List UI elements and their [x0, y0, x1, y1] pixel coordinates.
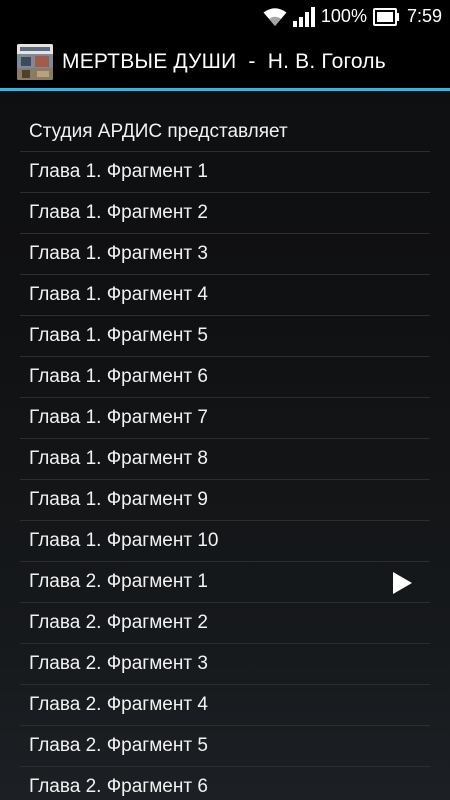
page-title: МЕРТВЫЕ ДУШИ - Н. В. Гоголь: [62, 50, 386, 73]
track-label: Глава 2. Фрагмент 1: [29, 571, 208, 592]
list-item[interactable]: Глава 1. Фрагмент 7: [20, 398, 430, 439]
screen: 100% 7:59 МЕРТВЫЕ ДУШИ - Н. В. Гоголь Ст…: [0, 0, 450, 800]
track-label: Глава 1. Фрагмент 5: [29, 325, 208, 346]
list-item[interactable]: Глава 2. Фрагмент 5: [20, 726, 430, 767]
battery-icon: [372, 7, 401, 26]
track-label: Глава 1. Фрагмент 10: [29, 530, 219, 551]
track-label: Глава 1. Фрагмент 9: [29, 489, 208, 510]
track-label: Глава 1. Фрагмент 1: [29, 161, 208, 182]
wifi-icon: [263, 7, 287, 27]
track-label: Глава 1. Фрагмент 4: [29, 284, 208, 305]
action-bar: МЕРТВЫЕ ДУШИ - Н. В. Гоголь: [0, 33, 450, 91]
list-item[interactable]: Глава 2. Фрагмент 3: [20, 644, 430, 685]
list-item[interactable]: Студия АРДИС представляет: [20, 112, 430, 152]
battery-percent: 100%: [320, 6, 367, 26]
track-label: Глава 2. Фрагмент 4: [29, 694, 208, 715]
clock: 7:59: [406, 6, 442, 26]
track-label: Глава 1. Фрагмент 8: [29, 448, 208, 469]
list-item[interactable]: Глава 1. Фрагмент 6: [20, 357, 430, 398]
list-item[interactable]: Глава 1. Фрагмент 3: [20, 234, 430, 275]
track-label: Глава 2. Фрагмент 5: [29, 735, 208, 756]
track-label: Глава 2. Фрагмент 6: [29, 776, 208, 797]
track-list: Студия АРДИС представляет Глава 1. Фрагме…: [20, 112, 430, 800]
list-item[interactable]: Глава 1. Фрагмент 10: [20, 521, 430, 562]
status-bar: 100% 7:59: [0, 0, 450, 33]
list-item[interactable]: Глава 1. Фрагмент 9: [20, 480, 430, 521]
list-item[interactable]: Глава 1. Фрагмент 5: [20, 316, 430, 357]
track-label: Глава 2. Фрагмент 3: [29, 653, 208, 674]
list-item[interactable]: Глава 1. Фрагмент 1: [20, 152, 430, 193]
list-item[interactable]: Глава 2. Фрагмент 1: [20, 562, 430, 603]
track-label: Глава 1. Фрагмент 7: [29, 407, 208, 428]
play-icon[interactable]: [390, 571, 414, 595]
list-item[interactable]: Глава 1. Фрагмент 8: [20, 439, 430, 480]
track-label: Глава 2. Фрагмент 2: [29, 612, 208, 633]
track-label: Глава 1. Фрагмент 2: [29, 202, 208, 223]
track-label: Глава 1. Фрагмент 3: [29, 243, 208, 264]
list-item[interactable]: Глава 2. Фрагмент 6: [20, 767, 430, 800]
cell-signal-icon: [292, 6, 315, 27]
book-cover-icon[interactable]: [17, 44, 53, 80]
list-item[interactable]: Глава 2. Фрагмент 4: [20, 685, 430, 726]
track-label: Глава 1. Фрагмент 6: [29, 366, 208, 387]
status-icons: 100% 7:59: [263, 0, 442, 33]
track-label: Студия АРДИС представляет: [29, 121, 288, 142]
list-item[interactable]: Глава 2. Фрагмент 2: [20, 603, 430, 644]
list-item[interactable]: Глава 1. Фрагмент 2: [20, 193, 430, 234]
list-item[interactable]: Глава 1. Фрагмент 4: [20, 275, 430, 316]
